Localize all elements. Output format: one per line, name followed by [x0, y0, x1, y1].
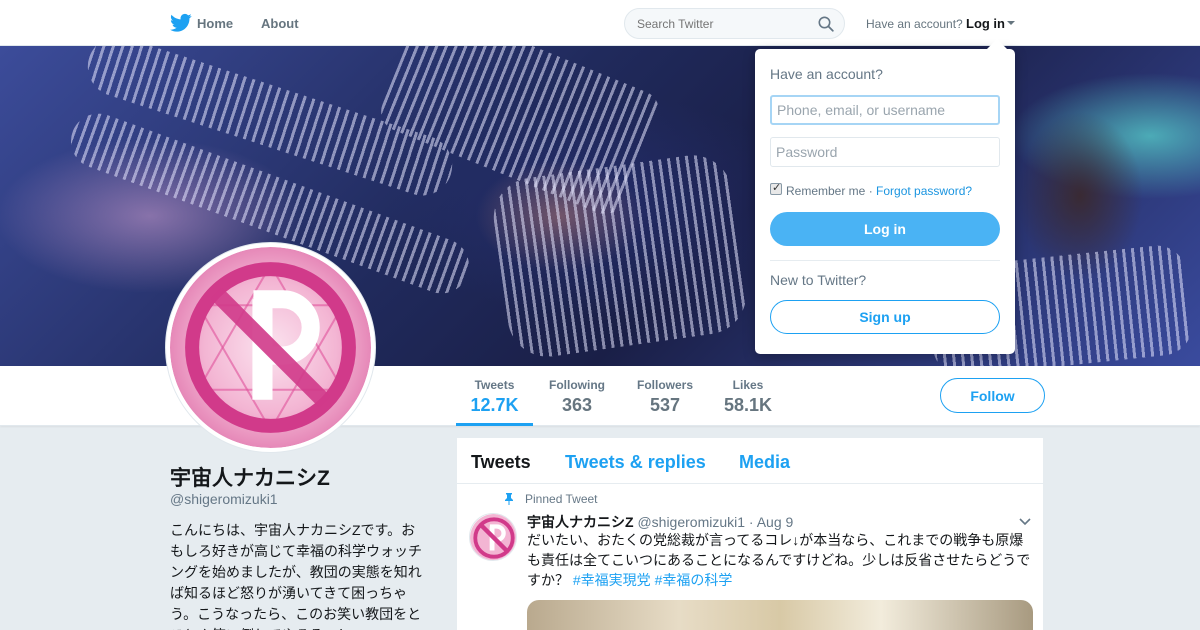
username-field[interactable] — [770, 95, 1000, 125]
twitter-bird-icon[interactable] — [170, 13, 192, 33]
tweet-text: だいたい、おたくの党総裁が言ってるコレ↓が本当なら、これまでの戦争も原爆も責任は… — [527, 530, 1037, 590]
top-navigation: Home About Have an account? Log in — [0, 0, 1200, 46]
tweet-avatar-image — [470, 514, 516, 560]
remember-separator: · — [865, 184, 877, 198]
stat-value: 537 — [649, 395, 681, 415]
timeline-tabs: Tweets Tweets & replies Media — [457, 438, 1043, 484]
login-dropdown-title: Have an account? — [770, 66, 883, 82]
banner-decoration — [488, 150, 752, 362]
tweet-meta-separator: · — [745, 514, 757, 530]
login-dropdown: Have an account? Remember me · Forgot pa… — [755, 49, 1015, 354]
search-box[interactable] — [624, 8, 845, 39]
stat-label: Following — [549, 378, 605, 392]
nav-about-link[interactable]: About — [261, 16, 299, 31]
stat-tweets[interactable]: Tweets 12.7K — [456, 378, 533, 416]
stat-followers[interactable]: Followers 537 — [628, 378, 702, 416]
stat-following[interactable]: Following 363 — [540, 378, 614, 416]
stat-value: 12.7K — [470, 395, 519, 415]
profile-handle[interactable]: @shigeromizuki1 — [170, 491, 278, 507]
tab-tweets-replies[interactable]: Tweets & replies — [565, 452, 706, 473]
stat-label: Tweets — [474, 378, 515, 392]
signup-button[interactable]: Sign up — [770, 300, 1000, 334]
remember-me-label[interactable]: Remember me — [786, 184, 865, 198]
search-icon[interactable] — [818, 16, 834, 32]
timeline: Tweets Tweets & replies Media Pinned Twe… — [456, 437, 1044, 630]
tweet-author-handle[interactable]: @shigeromizuki1 — [637, 514, 745, 530]
login-menu-toggle[interactable]: Log in — [966, 16, 1005, 31]
active-stat-indicator — [456, 423, 533, 426]
profile-avatar[interactable] — [166, 243, 375, 452]
stat-label: Followers — [636, 378, 693, 392]
avatar-image — [170, 247, 371, 448]
remember-me-checkbox[interactable] — [770, 181, 782, 195]
follow-button[interactable]: Follow — [940, 378, 1045, 413]
hashtag-link[interactable]: #幸福実現党 — [573, 572, 651, 588]
tab-media[interactable]: Media — [739, 452, 790, 473]
remember-me-row: Remember me · Forgot password? — [786, 184, 972, 198]
chevron-down-icon[interactable] — [1019, 518, 1031, 526]
tweet-date[interactable]: Aug 9 — [757, 514, 794, 530]
tweet-media-image[interactable] — [527, 600, 1033, 630]
stat-value: 363 — [561, 395, 593, 415]
stat-value: 58.1K — [723, 395, 773, 415]
pin-icon — [505, 493, 513, 505]
hashtag-link[interactable]: #幸福の科学 — [655, 572, 733, 588]
dropdown-caret — [987, 39, 1007, 49]
profile-name: 宇宙人ナカニシZ — [170, 467, 330, 490]
dropdown-divider — [770, 260, 1000, 261]
caret-down-icon[interactable] — [1007, 21, 1015, 25]
tweet-author-name[interactable]: 宇宙人ナカニシZ — [527, 514, 634, 530]
password-field[interactable] — [770, 137, 1000, 167]
tab-tweets[interactable]: Tweets — [471, 452, 531, 473]
forgot-password-link[interactable]: Forgot password? — [876, 184, 972, 198]
tweet-header: 宇宙人ナカニシZ @shigeromizuki1 · Aug 9 — [527, 512, 793, 532]
tweet-avatar[interactable] — [469, 513, 517, 561]
search-input[interactable] — [637, 17, 807, 31]
stat-label: Likes — [732, 378, 764, 392]
nav-home-link[interactable]: Home — [197, 16, 233, 31]
pinned-tweet-label: Pinned Tweet — [525, 492, 598, 506]
have-account-label: Have an account? — [866, 17, 963, 31]
login-button[interactable]: Log in — [770, 212, 1000, 246]
profile-bio: こんにちは、宇宙人ナカニシZです。おもしろ好きが高じて幸福の科学ウォッチングを始… — [170, 522, 422, 630]
new-to-twitter-label: New to Twitter? — [770, 272, 867, 288]
stat-likes[interactable]: Likes 58.1K — [716, 378, 780, 416]
